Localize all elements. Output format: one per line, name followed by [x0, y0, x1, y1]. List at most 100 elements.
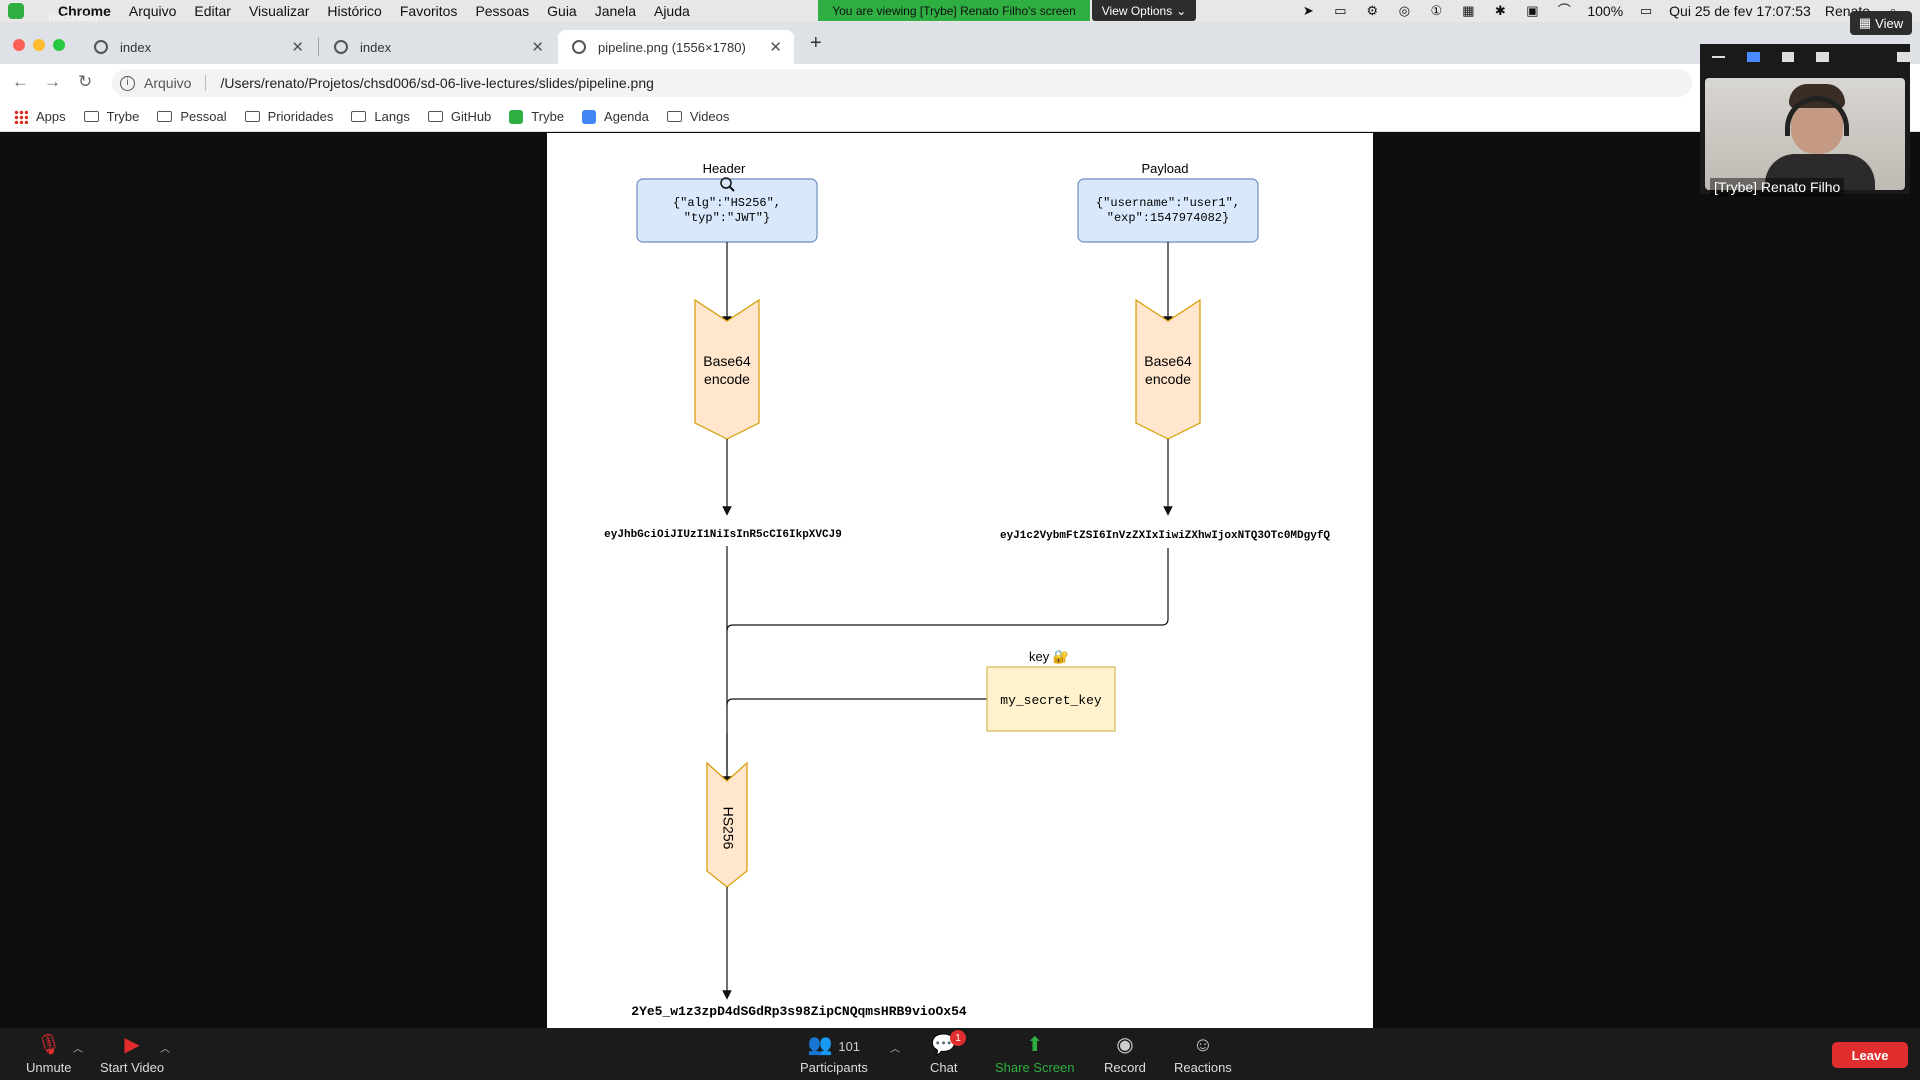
- window-zoom-icon[interactable]: [53, 39, 65, 51]
- bookmark-github[interactable]: GitHub: [427, 109, 491, 124]
- menu-ajuda[interactable]: Ajuda: [654, 3, 690, 19]
- bookmark-videos[interactable]: Videos: [666, 109, 729, 124]
- onepassword-icon[interactable]: ①: [1427, 4, 1445, 18]
- share-screen-button[interactable]: ⬆ Share Screen: [995, 1032, 1075, 1075]
- bookmark-label: Trybe: [106, 109, 140, 124]
- menu-pessoas[interactable]: Pessoas: [475, 3, 529, 19]
- key-title: key 🔐: [1029, 649, 1069, 664]
- window-close-icon[interactable]: [13, 39, 25, 51]
- close-icon[interactable]: ✕: [531, 38, 544, 56]
- participants-label: Participants: [800, 1060, 868, 1075]
- header-title: Header: [703, 161, 746, 176]
- audio-options-icon[interactable]: ︿: [73, 1040, 83, 1055]
- share-screen-icon: ⬆: [1026, 1034, 1044, 1056]
- clock[interactable]: Qui 25 de fev 17:07:53: [1669, 3, 1811, 19]
- bookmark-agenda[interactable]: Agenda: [582, 109, 649, 124]
- back-icon[interactable]: ←: [12, 72, 29, 92]
- close-icon[interactable]: ✕: [291, 38, 304, 56]
- bookmark-langs[interactable]: Langs: [351, 109, 410, 124]
- bookmark-pessoal[interactable]: Pessoal: [157, 109, 227, 124]
- address-bar[interactable]: i Arquivo /Users/renato/Projetos/chsd006…: [112, 69, 1692, 97]
- gallery-view-icon[interactable]: [1816, 52, 1830, 62]
- battery-icon[interactable]: ▭: [1637, 4, 1655, 18]
- chat-unread-badge: 1: [950, 1030, 966, 1046]
- reactions-button[interactable]: ☺ Reactions: [1174, 1032, 1232, 1075]
- menu-visualizar[interactable]: Visualizar: [249, 3, 309, 19]
- view-options-label: View Options: [1101, 3, 1173, 18]
- menu-extra-icon[interactable]: ▣: [1523, 4, 1541, 18]
- start-video-button[interactable]: ▶ Start Video: [100, 1032, 164, 1075]
- bookmark-label: Agenda: [604, 109, 649, 124]
- video-options-icon[interactable]: ︿: [160, 1040, 170, 1055]
- reactions-label: Reactions: [1174, 1060, 1232, 1075]
- minimize-icon[interactable]: [1712, 56, 1725, 58]
- bookmark-prioridades[interactable]: Prioridades: [244, 109, 333, 124]
- control-center-icon[interactable]: ⚙: [1363, 4, 1381, 18]
- camera-icon[interactable]: ▭: [1331, 4, 1349, 18]
- record-button[interactable]: ◉ Record: [1104, 1032, 1146, 1075]
- location-icon[interactable]: ➤: [1299, 4, 1317, 18]
- folder-icon: [157, 111, 173, 122]
- recording-indicator-icon: [8, 3, 24, 19]
- folder-icon: [83, 111, 99, 122]
- wifi-icon[interactable]: ⌒: [1555, 4, 1573, 18]
- participants-options-icon[interactable]: ︿: [890, 1040, 900, 1055]
- menu-editar[interactable]: Editar: [194, 3, 231, 19]
- participant-name: [Trybe] Renato Filho: [1710, 178, 1845, 196]
- menu-historico[interactable]: Histórico: [327, 3, 381, 19]
- apps-grid-icon: [14, 109, 28, 124]
- bookmark-trybe-link[interactable]: Trybe: [509, 109, 564, 124]
- menu-favoritos[interactable]: Favoritos: [400, 3, 458, 19]
- tab-index-2[interactable]: index ✕: [320, 30, 556, 64]
- calendar-icon: [582, 109, 597, 124]
- payload-merge-line: [726, 548, 1169, 632]
- microphone-muted-icon: 🎙: [36, 1034, 62, 1056]
- participants-button[interactable]: 👥 101 Participants: [800, 1032, 868, 1075]
- exit-panel-icon[interactable]: [1897, 52, 1910, 62]
- jwt-pipeline-diagram: Header {"alg":"HS256", "typ":"JWT"} Base…: [604, 161, 1330, 1019]
- info-icon[interactable]: i: [120, 75, 135, 91]
- view-layout-button[interactable]: ▦ View: [1850, 11, 1912, 35]
- docker-icon[interactable]: ▦: [1459, 4, 1477, 18]
- speaker-view-icon[interactable]: [1746, 52, 1760, 62]
- menu-janela[interactable]: Janela: [595, 3, 636, 19]
- address-divider: [205, 75, 207, 91]
- payload-encode-line2: encode: [1145, 371, 1191, 387]
- header-base64-shape: [694, 298, 760, 440]
- participant-video-panel[interactable]: [Trybe] Renato Filho: [1700, 44, 1910, 196]
- window-minimize-icon[interactable]: [33, 39, 45, 51]
- unmute-button[interactable]: 🎙 Unmute: [26, 1032, 72, 1075]
- bookmark-apps[interactable]: Apps: [14, 109, 66, 124]
- close-icon[interactable]: ✕: [769, 38, 782, 56]
- header-encode-line2: encode: [704, 371, 750, 387]
- participant-video: [1705, 78, 1905, 190]
- header-json-line1: {"alg":"HS256",: [673, 196, 781, 210]
- header-base64-output: eyJhbGciOiJIUzI1NiIsInR5cCI6IkpXVCJ9: [604, 529, 842, 541]
- bookmark-trybe-folder[interactable]: Trybe: [83, 109, 140, 124]
- key-value: my_secret_key: [1000, 693, 1102, 708]
- tab-pipeline[interactable]: pipeline.png (1556×1780) ✕: [558, 30, 794, 64]
- view-label: View: [1875, 15, 1904, 31]
- tab-index-1[interactable]: index ✕: [80, 30, 316, 64]
- leave-meeting-button[interactable]: Leave: [1832, 1042, 1908, 1068]
- new-tab-button[interactable]: +: [810, 32, 822, 55]
- chat-label: Chat: [930, 1060, 958, 1075]
- reload-icon[interactable]: ↻: [78, 72, 92, 92]
- record-label: Record: [1104, 1060, 1146, 1075]
- address-scheme: Arquivo: [144, 75, 192, 91]
- folder-icon: [427, 111, 443, 122]
- tab-divider: [318, 38, 319, 56]
- timer-icon[interactable]: ◎: [1395, 4, 1413, 18]
- video-off-icon: ▶: [124, 1034, 140, 1056]
- forward-icon[interactable]: →: [44, 72, 61, 92]
- menu-arquivo[interactable]: Arquivo: [129, 3, 176, 19]
- single-view-icon[interactable]: [1781, 52, 1795, 62]
- unmute-label: Unmute: [26, 1060, 72, 1075]
- payload-json-line1: {"username":"user1",: [1096, 196, 1240, 210]
- view-options-button[interactable]: View Options ⌄: [1092, 0, 1196, 21]
- slack-icon[interactable]: ✱: [1491, 4, 1509, 18]
- participants-icon: 👥 101: [807, 1034, 861, 1056]
- menu-guia[interactable]: Guia: [547, 3, 577, 19]
- pipeline-image[interactable]: Header {"alg":"HS256", "typ":"JWT"} Base…: [547, 133, 1373, 1028]
- payload-base64-shape: [1135, 298, 1201, 440]
